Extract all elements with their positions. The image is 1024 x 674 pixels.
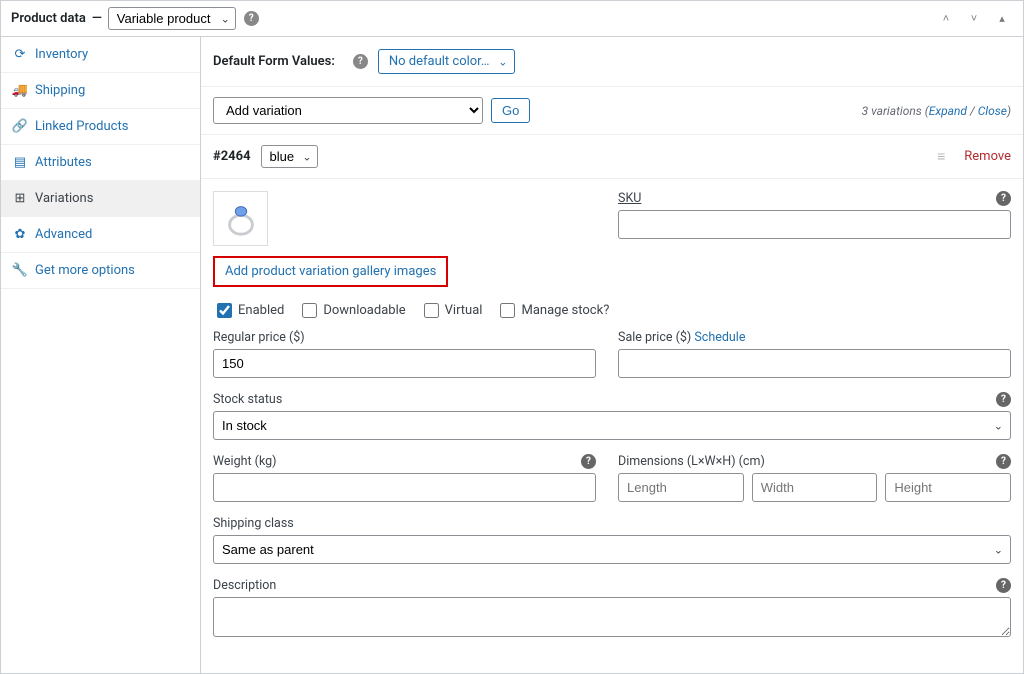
help-icon[interactable]: ? bbox=[996, 392, 1011, 407]
help-icon[interactable]: ? bbox=[996, 578, 1011, 593]
description-label: Description bbox=[213, 578, 276, 593]
expand-link[interactable]: Expand bbox=[929, 104, 967, 118]
regular-price-input[interactable] bbox=[213, 349, 596, 378]
shipping-class-select[interactable]: Same as parent bbox=[213, 535, 1011, 564]
sidebar-item-advanced[interactable]: ✿Advanced bbox=[1, 217, 200, 253]
help-icon[interactable]: ? bbox=[353, 54, 368, 69]
downloadable-checkbox[interactable]: Downloadable bbox=[302, 303, 405, 318]
chevron-down-icon: ⌄ bbox=[498, 55, 507, 68]
variation-header[interactable]: #2464 blue ⌄ ≡ Remove bbox=[201, 135, 1023, 179]
width-input[interactable] bbox=[752, 473, 878, 502]
sku-input[interactable] bbox=[618, 210, 1011, 239]
help-icon[interactable]: ? bbox=[581, 454, 596, 469]
weight-label: Weight (kg) bbox=[213, 454, 277, 469]
variation-attr-select[interactable]: blue bbox=[261, 145, 318, 168]
stock-status-label: Stock status bbox=[213, 392, 282, 407]
sidebar-item-linked[interactable]: 🔗Linked Products bbox=[1, 109, 200, 145]
default-form-values-row: Default Form Values: ? No default color…… bbox=[201, 37, 1023, 87]
variations-panel: Default Form Values: ? No default color…… bbox=[201, 37, 1023, 673]
manage-stock-checkbox[interactable]: Manage stock? bbox=[500, 303, 609, 318]
ring-thumbnail-icon bbox=[222, 200, 260, 238]
height-input[interactable] bbox=[885, 473, 1011, 502]
variations-count: 3 variations (Expand / Close) bbox=[862, 104, 1011, 118]
default-color-select[interactable]: No default color… ⌄ bbox=[378, 49, 515, 74]
dimensions-label: Dimensions (L×W×H) (cm) bbox=[618, 454, 765, 469]
sidebar-item-attributes[interactable]: ▤Attributes bbox=[1, 145, 200, 181]
panel-header: Product data — Variable product ⌄ ? ˄ ˅ … bbox=[1, 1, 1023, 37]
link-icon: 🔗 bbox=[13, 119, 27, 134]
panel-title: Product data bbox=[11, 11, 86, 26]
inventory-icon: ⟳ bbox=[13, 47, 27, 62]
panel-down-button[interactable]: ˅ bbox=[963, 8, 985, 30]
stock-status-select[interactable]: In stock bbox=[213, 411, 1011, 440]
help-icon[interactable]: ? bbox=[996, 454, 1011, 469]
variations-icon: ⊞ bbox=[13, 191, 27, 206]
product-data-panel: Product data — Variable product ⌄ ? ˄ ˅ … bbox=[0, 0, 1024, 674]
shipping-class-label: Shipping class bbox=[213, 516, 294, 531]
length-input[interactable] bbox=[618, 473, 744, 502]
description-textarea[interactable] bbox=[213, 597, 1011, 637]
help-icon[interactable]: ? bbox=[244, 11, 259, 26]
close-link[interactable]: Close bbox=[978, 104, 1007, 118]
shipping-icon: 🚚 bbox=[13, 83, 27, 98]
enabled-checkbox[interactable]: Enabled bbox=[217, 303, 284, 318]
weight-input[interactable] bbox=[213, 473, 596, 502]
attributes-icon: ▤ bbox=[13, 155, 27, 170]
sidebar-item-shipping[interactable]: 🚚Shipping bbox=[1, 73, 200, 109]
variation-body: Add product variation gallery images SKU… bbox=[201, 179, 1023, 673]
sale-price-label: Sale price ($) Schedule bbox=[618, 330, 745, 345]
variation-actions-row: Add variation Go 3 variations (Expand / … bbox=[201, 87, 1023, 135]
gear-icon: ✿ bbox=[13, 227, 27, 242]
go-button[interactable]: Go bbox=[491, 98, 530, 123]
sidebar-item-inventory[interactable]: ⟳Inventory bbox=[1, 37, 200, 73]
sale-price-input[interactable] bbox=[618, 349, 1011, 378]
add-variation-gallery-link[interactable]: Add product variation gallery images bbox=[225, 264, 436, 279]
sku-label: SKU bbox=[618, 191, 641, 206]
wrench-icon: 🔧 bbox=[13, 263, 27, 278]
variation-action-select[interactable]: Add variation bbox=[213, 97, 483, 124]
sidebar-item-variations[interactable]: ⊞Variations bbox=[1, 181, 200, 217]
variation-id: #2464 bbox=[213, 149, 251, 164]
drag-handle-icon[interactable]: ≡ bbox=[937, 148, 946, 165]
panel-collapse-button[interactable]: ▴ bbox=[991, 8, 1013, 30]
schedule-link[interactable]: Schedule bbox=[694, 330, 745, 345]
add-gallery-highlight: Add product variation gallery images bbox=[213, 256, 448, 287]
product-type-select[interactable]: Variable product bbox=[108, 7, 236, 30]
remove-variation-link[interactable]: Remove bbox=[964, 149, 1011, 164]
panel-up-button[interactable]: ˄ bbox=[935, 8, 957, 30]
help-icon[interactable]: ? bbox=[996, 191, 1011, 206]
product-data-sidebar: ⟳Inventory 🚚Shipping 🔗Linked Products ▤A… bbox=[1, 37, 201, 673]
virtual-checkbox[interactable]: Virtual bbox=[424, 303, 483, 318]
regular-price-label: Regular price ($) bbox=[213, 330, 305, 345]
variation-options-row: Enabled Downloadable Virtual Manage stoc… bbox=[217, 303, 1011, 318]
sidebar-item-more[interactable]: 🔧Get more options bbox=[1, 253, 200, 289]
variation-image-button[interactable] bbox=[213, 191, 268, 246]
